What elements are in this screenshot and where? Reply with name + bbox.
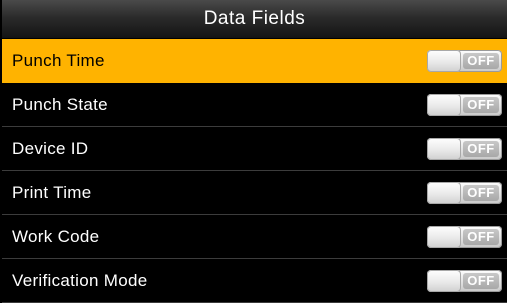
- toggle-knob: [427, 137, 461, 160]
- field-row-device-id[interactable]: Device ID OFF: [2, 127, 507, 171]
- toggle-state-label: OFF: [463, 140, 499, 157]
- field-label: Work Code: [12, 226, 100, 246]
- field-label: Device ID: [12, 138, 89, 158]
- title-bar: Data Fields: [2, 0, 507, 39]
- toggle-state-label: OFF: [463, 272, 499, 289]
- verification-mode-toggle[interactable]: OFF: [427, 269, 502, 292]
- field-label: Verification Mode: [12, 270, 148, 290]
- page-title: Data Fields: [203, 8, 306, 29]
- toggle-knob: [427, 49, 461, 72]
- punch-time-toggle[interactable]: OFF: [427, 49, 502, 72]
- toggle-knob: [427, 225, 461, 248]
- data-fields-list: Punch Time OFF Punch State OFF Device ID…: [2, 39, 507, 303]
- toggle-state-label: OFF: [463, 184, 499, 201]
- field-row-print-time[interactable]: Print Time OFF: [2, 171, 507, 215]
- field-label: Punch State: [12, 94, 108, 114]
- print-time-toggle[interactable]: OFF: [427, 181, 502, 204]
- field-row-punch-time[interactable]: Punch Time OFF: [2, 39, 507, 83]
- field-label: Print Time: [12, 182, 92, 202]
- toggle-state-label: OFF: [463, 96, 499, 113]
- punch-state-toggle[interactable]: OFF: [427, 93, 502, 116]
- field-label: Punch Time: [12, 50, 105, 70]
- toggle-knob: [427, 269, 461, 292]
- toggle-knob: [427, 181, 461, 204]
- device-id-toggle[interactable]: OFF: [427, 137, 502, 160]
- field-row-work-code[interactable]: Work Code OFF: [2, 215, 507, 259]
- field-row-punch-state[interactable]: Punch State OFF: [2, 83, 507, 127]
- toggle-state-label: OFF: [463, 228, 499, 245]
- toggle-knob: [427, 93, 461, 116]
- toggle-state-label: OFF: [463, 52, 499, 69]
- work-code-toggle[interactable]: OFF: [427, 225, 502, 248]
- field-row-verification-mode[interactable]: Verification Mode OFF: [2, 259, 507, 303]
- device-screen: Data Fields Punch Time OFF Punch State O…: [2, 0, 507, 303]
